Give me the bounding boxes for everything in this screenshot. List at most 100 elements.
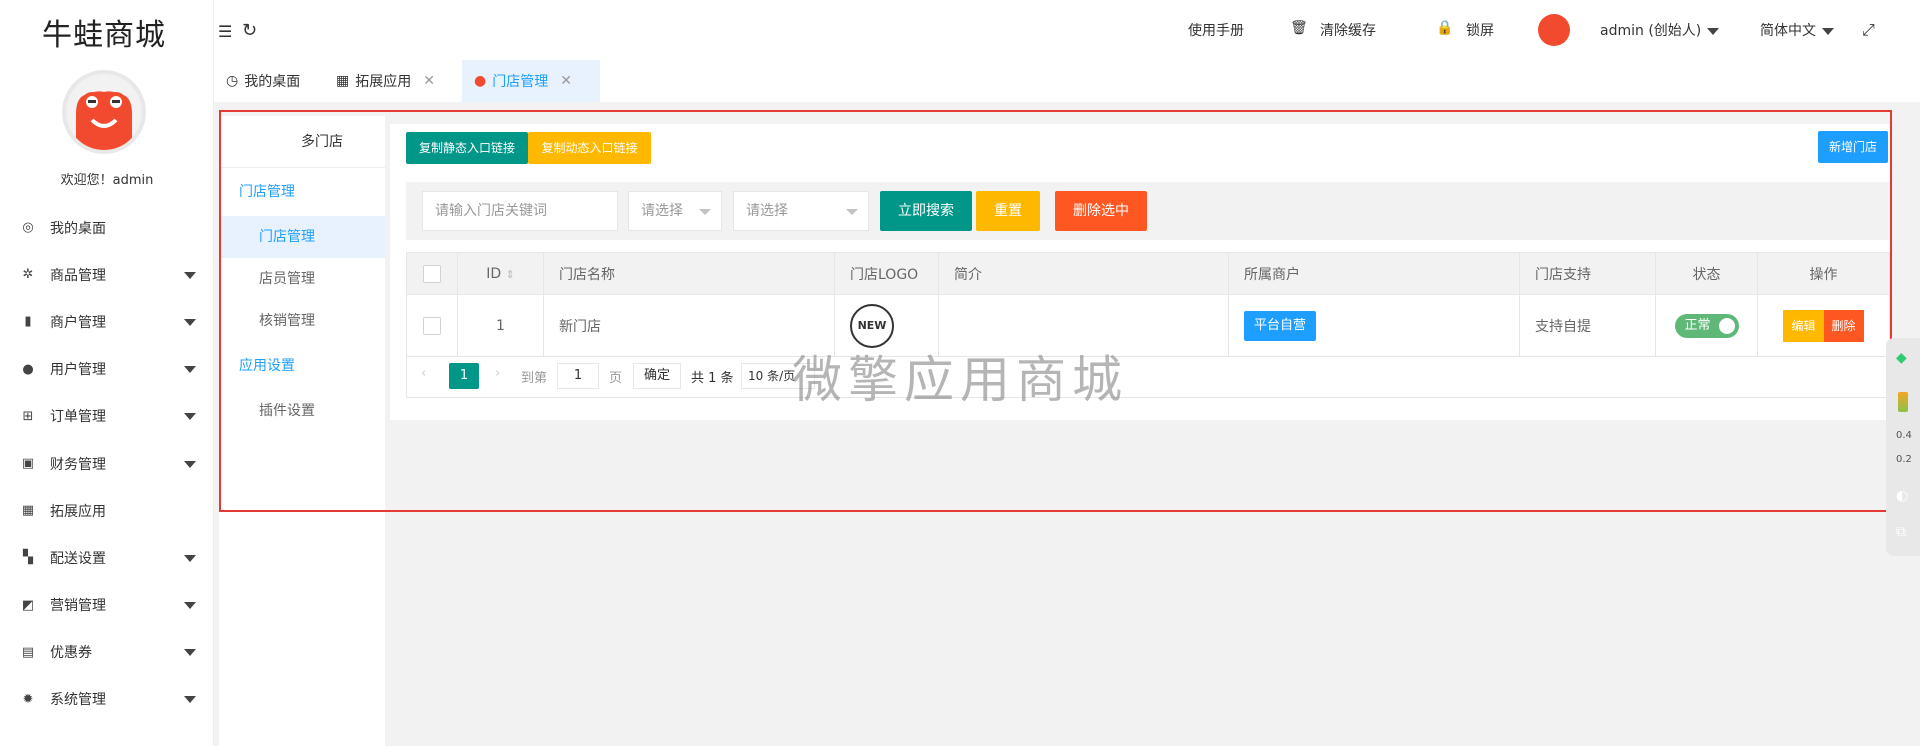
reset-button[interactable]: 重置 <box>976 191 1040 231</box>
sidebar-item-marketing[interactable]: ◩ 营销管理 <box>0 582 214 629</box>
sub-item-staff[interactable]: 店员管理 <box>219 258 385 300</box>
chevron-down-icon <box>184 366 196 374</box>
sidebar-item-order[interactable]: ⊞ 订单管理 <box>0 393 214 440</box>
manual-link[interactable]: 使用手册 <box>1188 20 1244 40</box>
sidebar-item-label: 配送设置 <box>50 550 106 567</box>
add-store-button[interactable]: 新增门店 <box>1818 131 1888 163</box>
sub-item-plugin[interactable]: 插件设置 <box>219 390 385 432</box>
page-current[interactable]: 1 <box>449 363 479 389</box>
user-menu[interactable]: admin (创始人) <box>1600 20 1720 40</box>
grid-icon: ▦ <box>336 73 350 89</box>
sort-icon: ⇕ <box>505 267 515 281</box>
select-all-cell <box>406 252 458 295</box>
column-header-id[interactable]: ID ⇕ <box>457 252 544 295</box>
sub-menu-title: 多门店 <box>219 116 385 168</box>
user-name: admin (创始人) <box>1600 23 1702 39</box>
keyword-input[interactable]: 请输入门店关键词 <box>422 191 618 231</box>
select-all-checkbox[interactable] <box>423 264 441 283</box>
sub-group-settings[interactable]: 应用设置 <box>219 342 385 390</box>
delete-selected-button[interactable]: 删除选中 <box>1055 191 1147 231</box>
user-avatar[interactable] <box>1538 14 1570 46</box>
sidebar-nav: ◎ 我的桌面 ✲ 商品管理 ▮ 商户管理 ● 用户管理 ⊞ 订单管理 ▣ 财务管理 ▦ 拓展应… <box>0 204 214 723</box>
tab-desktop[interactable]: ◷ 我的桌面 <box>214 60 312 102</box>
chevron-down-icon <box>184 271 196 279</box>
money-icon: ▣ <box>21 456 35 472</box>
refresh-icon[interactable]: ↻ <box>242 20 257 41</box>
cell-status: 正常 <box>1655 294 1758 357</box>
tab-store[interactable]: ● 门店管理 ✕ <box>462 60 600 102</box>
tab-extend[interactable]: ▦ 拓展应用 ✕ <box>324 60 447 102</box>
chevron-down-icon <box>1822 27 1834 35</box>
column-header-actions: 操作 <box>1757 252 1890 295</box>
cell-merchant: 平台自营 <box>1228 294 1520 357</box>
net-down-value: 0.2 <box>1896 454 1912 465</box>
merchant-badge[interactable]: 平台自营 <box>1244 310 1317 341</box>
floating-toolbar: ◆ 0.4 0.2 ◐ ⧉ <box>1886 338 1920 556</box>
sub-menu: 多门店 门店管理 门店管理 店员管理 核销管理 应用设置 插件设置 <box>219 116 385 746</box>
chevron-down-icon <box>184 318 196 326</box>
app-logo[interactable]: 牛蛙商城 <box>42 10 166 54</box>
chevron-down-icon <box>184 649 196 657</box>
welcome-text: 欢迎您！admin <box>60 173 154 188</box>
row-select-cell <box>406 294 458 357</box>
goto-input[interactable]: 1 <box>557 363 599 389</box>
sidebar-item-system[interactable]: ✹ 系统管理 <box>0 676 214 723</box>
sidebar-item-delivery[interactable]: ▚ 配送设置 <box>0 534 214 581</box>
sidebar-item-label: 财务管理 <box>50 456 106 473</box>
sidebar-item-label: 营销管理 <box>50 598 106 615</box>
sidebar-item-goods[interactable]: ✲ 商品管理 <box>0 251 214 298</box>
sidebar-item-label: 拓展应用 <box>50 503 106 520</box>
sidebar-item-desktop[interactable]: ◎ 我的桌面 <box>0 204 214 251</box>
sub-item-verify[interactable]: 核销管理 <box>219 300 385 342</box>
next-page-icon[interactable]: › <box>495 366 500 381</box>
sidebar-item-label: 商品管理 <box>50 267 106 284</box>
close-icon[interactable]: ✕ <box>560 73 572 89</box>
status-switch[interactable]: 正常 <box>1674 313 1739 338</box>
clear-cache-link[interactable]: 清除缓存 <box>1320 20 1376 40</box>
grid-icon: ▦ <box>21 503 35 519</box>
fullscreen-icon[interactable]: ⤢ <box>1862 20 1875 40</box>
select-value: 请选择 <box>641 203 683 219</box>
goto-confirm-button[interactable]: 确定 <box>633 363 681 389</box>
shield-icon[interactable]: ◆ <box>1896 350 1907 366</box>
lock-icon: 🔒 <box>1436 20 1454 36</box>
edit-button[interactable]: 编辑 <box>1783 309 1824 342</box>
sidebar-item-finance[interactable]: ▣ 财务管理 <box>0 440 214 487</box>
sidebar-item-user[interactable]: ● 用户管理 <box>0 346 214 393</box>
cell-support: 支持自提 <box>1519 294 1656 357</box>
menu-fold-icon[interactable]: ☰ <box>218 22 232 41</box>
search-button[interactable]: 立即搜索 <box>880 191 972 231</box>
select-value: 请选择 <box>746 203 788 219</box>
sidebar-item-merchant[interactable]: ▮ 商户管理 <box>0 298 214 345</box>
row-checkbox[interactable] <box>423 316 441 335</box>
filter-select-1[interactable]: 请选择 <box>628 191 722 231</box>
gear-icon: ✹ <box>22 691 34 707</box>
copy-dynamic-link-button[interactable]: 复制动态入口链接 <box>528 132 651 164</box>
goods-icon: ✲ <box>22 267 34 283</box>
dashboard-icon: ◎ <box>22 220 34 236</box>
close-icon[interactable]: ✕ <box>423 73 435 89</box>
chevron-down-icon <box>184 602 196 610</box>
screenshot-icon[interactable]: ⧉ <box>1896 524 1906 540</box>
filter-select-2[interactable]: 请选择 <box>733 191 869 231</box>
language-select[interactable]: 简体中文 <box>1760 20 1834 40</box>
delete-button[interactable]: 删除 <box>1823 309 1864 342</box>
sidebar-item-coupon[interactable]: ▤ 优惠券 <box>0 629 214 676</box>
pagination: ‹ 1 › 到第 1 页 确定 共 1 条 10 条/页 <box>406 354 1890 398</box>
sidebar-item-label: 系统管理 <box>50 692 106 709</box>
column-header-merchant: 所属商户 <box>1228 252 1520 295</box>
prev-page-icon[interactable]: ‹ <box>421 366 426 381</box>
sidebar-item-extend[interactable]: ▦ 拓展应用 <box>0 487 214 534</box>
truck-icon: ▚ <box>23 550 33 566</box>
speed-icon[interactable]: ◐ <box>1896 488 1908 504</box>
copy-static-link-button[interactable]: 复制静态入口链接 <box>406 132 528 164</box>
chevron-down-icon <box>184 554 196 562</box>
merchant-icon: ▮ <box>24 314 32 330</box>
lock-screen-link[interactable]: 锁屏 <box>1466 20 1494 40</box>
cart-icon: ⊞ <box>22 408 34 424</box>
avatar[interactable] <box>62 70 146 154</box>
sub-item-store[interactable]: 门店管理 <box>219 216 385 258</box>
column-header-name: 门店名称 <box>543 252 835 295</box>
sub-group-store[interactable]: 门店管理 <box>219 168 385 216</box>
page-label: 页 <box>609 371 623 386</box>
